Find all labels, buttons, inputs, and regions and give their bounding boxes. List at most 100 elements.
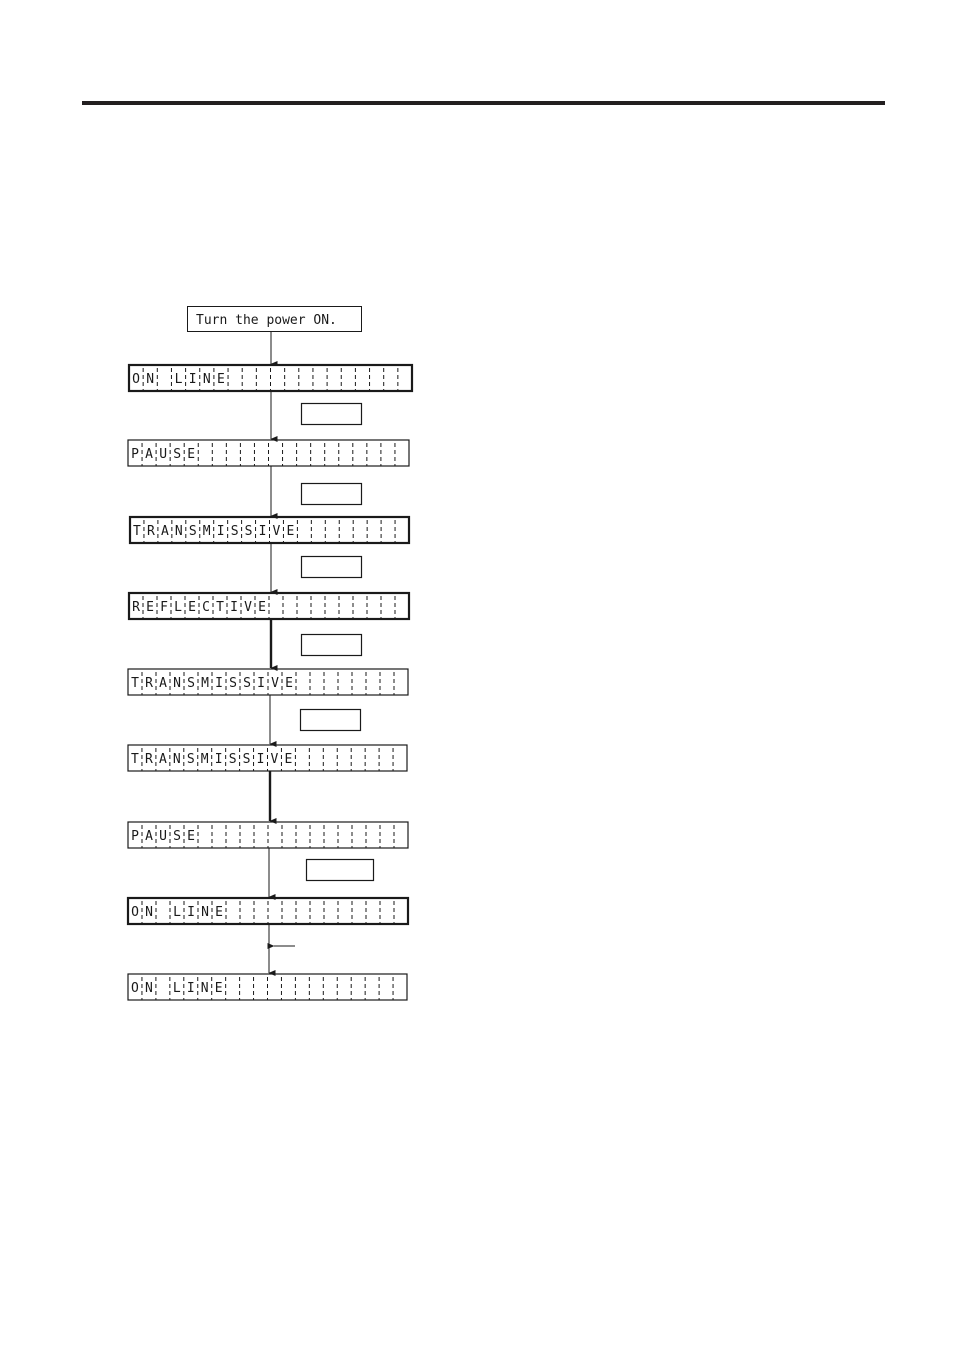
flowchart: Turn the power ON. O N L I N EP A U S ET R A N S M I S S I… xyxy=(126,306,414,1001)
lcd-character: O xyxy=(132,372,140,387)
key-box-frame xyxy=(299,708,362,732)
lcd-character: S xyxy=(231,524,239,539)
lcd-character: I xyxy=(187,981,195,996)
key-box xyxy=(299,708,362,732)
lcd-character: L xyxy=(173,981,181,996)
lcd-character: S xyxy=(245,524,253,539)
lcd-character: R xyxy=(132,600,140,615)
lcd-character: E xyxy=(187,829,195,844)
lcd-character: E xyxy=(217,372,225,387)
lcd-character: N xyxy=(201,981,209,996)
lcd-character: O xyxy=(131,905,139,920)
lcd-character: E xyxy=(287,524,295,539)
lcd-character: I xyxy=(230,600,238,615)
lcd-character: S xyxy=(189,524,197,539)
lcd-display: ONLINE xyxy=(126,896,410,926)
lcd-display: TRANSMISSIVE xyxy=(128,515,411,545)
lcd-character: N xyxy=(145,981,153,996)
lcd-character: A xyxy=(159,752,167,767)
transition xyxy=(267,924,295,976)
lcd-character: E xyxy=(215,981,223,996)
lcd-character: V xyxy=(271,752,279,767)
lcd-character: N xyxy=(145,905,153,920)
lcd-character: I xyxy=(215,752,223,767)
transition xyxy=(269,695,362,747)
lcd-character: V xyxy=(273,524,281,539)
lcd-character: E xyxy=(285,752,293,767)
lcd-character: I xyxy=(187,905,195,920)
lcd-display: ONLINE xyxy=(127,973,408,1001)
lcd-character: C xyxy=(202,600,210,615)
lcd-character: P xyxy=(131,447,139,462)
lcd-display: TRANSMISSIVE xyxy=(127,668,409,696)
key-box xyxy=(300,555,363,579)
lcd-character: N xyxy=(201,905,209,920)
lcd-character: I xyxy=(215,676,223,691)
lcd-character: E xyxy=(187,447,195,462)
key-box xyxy=(300,402,363,426)
lcd-character: T xyxy=(216,600,224,615)
lcd-character: E xyxy=(215,905,223,920)
key-box xyxy=(300,633,363,657)
key-box xyxy=(305,858,375,882)
lcd-character: L xyxy=(173,905,181,920)
lcd-character: I xyxy=(217,524,225,539)
lcd-character: O xyxy=(131,981,139,996)
lcd-character: A xyxy=(161,524,169,539)
transition xyxy=(269,619,363,671)
lcd-character: N xyxy=(146,372,154,387)
start-box: Turn the power ON. xyxy=(187,306,362,332)
lcd-character: N xyxy=(173,676,181,691)
transition xyxy=(268,848,375,900)
lcd-character: L xyxy=(175,372,183,387)
key-box-frame xyxy=(300,402,363,426)
lcd-character: M xyxy=(203,524,211,539)
lcd-character: S xyxy=(243,752,251,767)
lcd-character: I xyxy=(257,676,265,691)
lcd-character: S xyxy=(187,752,195,767)
transition xyxy=(270,543,363,595)
lcd-character: R xyxy=(145,676,153,691)
lcd-character: S xyxy=(173,829,181,844)
lcd-character: A xyxy=(159,676,167,691)
lcd-display: PAUSE xyxy=(127,439,410,467)
lcd-character: I xyxy=(259,524,267,539)
lcd-character: V xyxy=(271,676,279,691)
lcd-character: U xyxy=(159,829,167,844)
key-box-frame xyxy=(300,633,363,657)
lcd-character: N xyxy=(173,752,181,767)
lcd-character: S xyxy=(173,447,181,462)
lcd-character: R xyxy=(147,524,155,539)
lcd-character: E xyxy=(285,676,293,691)
lcd-character: E xyxy=(188,600,196,615)
lcd-character: T xyxy=(131,676,139,691)
transition xyxy=(270,466,363,519)
lcd-character: S xyxy=(229,752,237,767)
lcd-display: ONLINE xyxy=(127,363,414,393)
lcd-character: T xyxy=(131,752,139,767)
key-box-frame xyxy=(300,482,363,506)
key-box xyxy=(300,482,363,506)
lcd-character: P xyxy=(131,829,139,844)
lcd-character: T xyxy=(133,524,141,539)
lcd-character: S xyxy=(187,676,195,691)
lcd-display: TRANSMISSIVE xyxy=(127,744,408,772)
lcd-character: A xyxy=(145,447,153,462)
lcd-character: E xyxy=(146,600,154,615)
lcd-character: L xyxy=(174,600,182,615)
lcd-character: I xyxy=(189,372,197,387)
lcd-display: REFLECTIVE xyxy=(127,591,411,621)
key-box-frame xyxy=(300,555,363,579)
lcd-character: F xyxy=(160,600,168,615)
transition xyxy=(270,391,363,442)
lcd-display: PAUSE xyxy=(127,821,409,849)
lcd-character: I xyxy=(257,752,265,767)
key-box-frame xyxy=(305,858,375,882)
lcd-character: N xyxy=(175,524,183,539)
lcd-character: S xyxy=(229,676,237,691)
lcd-character: N xyxy=(203,372,211,387)
lcd-character: R xyxy=(145,752,153,767)
lcd-character: A xyxy=(145,829,153,844)
lcd-character: M xyxy=(201,752,209,767)
start-box-label: Turn the power ON. xyxy=(196,313,337,328)
